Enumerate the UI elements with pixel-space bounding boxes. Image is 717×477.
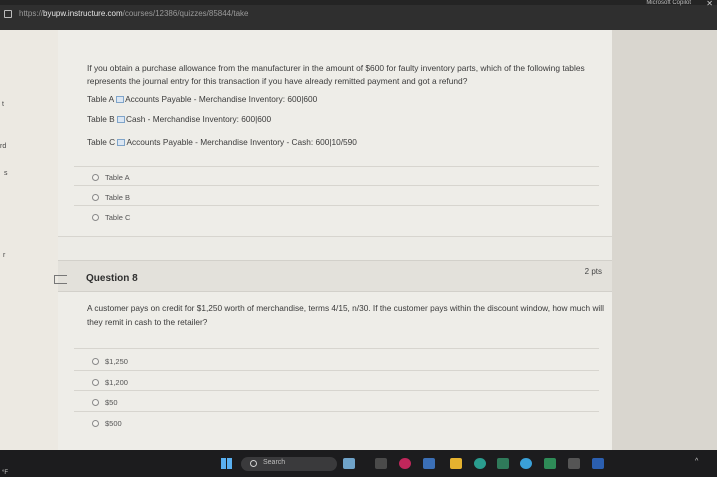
app-icon[interactable] [423, 458, 435, 469]
broken-image-icon [116, 96, 125, 103]
app-icon[interactable] [497, 458, 509, 469]
question-title: Question 8 [86, 273, 138, 284]
radio-button[interactable] [92, 358, 99, 365]
weather-widget[interactable]: °F [2, 470, 8, 476]
divider [74, 370, 599, 371]
answer-label: Table A [105, 173, 130, 182]
answer-label: Table C [105, 213, 131, 222]
broken-image-icon [117, 116, 125, 123]
radio-button[interactable] [92, 194, 99, 201]
question-8-header: Question 8 2 pts [54, 260, 612, 292]
copilot-tab-label[interactable]: Microsoft Copilot [646, 0, 691, 6]
answer-label: $500 [105, 419, 122, 428]
taskbar-search[interactable]: Search [241, 457, 337, 471]
question-7-text: If you obtain a purchase allowance from … [87, 63, 585, 86]
table-a-description: Accounts Payable - Merchandise Inventory… [125, 94, 318, 104]
answer-label: $50 [105, 398, 118, 407]
radio-button[interactable] [92, 174, 99, 181]
search-label: Search [263, 459, 286, 466]
table-b-line: Table B Cash - Merchandise Inventory: 60… [87, 114, 271, 124]
answer-label: $1,200 [105, 378, 128, 387]
question-8-body: A customer pays on credit for $1,250 wor… [58, 292, 612, 450]
divider [74, 411, 599, 412]
table-b-description: Cash - Merchandise Inventory: 600|600 [126, 114, 272, 124]
window-titlebar [0, 0, 717, 5]
file-explorer-icon[interactable] [450, 458, 462, 469]
quiz-panel: If you obtain a purchase allowance from … [54, 30, 612, 450]
chevron-up-icon[interactable]: ^ [695, 458, 698, 465]
word-app-icon[interactable] [592, 458, 604, 469]
url-host: byupw.instructure.com [43, 9, 123, 18]
edge-browser-icon[interactable] [474, 458, 486, 469]
taskbar: °F Search ^ [0, 450, 717, 477]
url-scheme: https:// [19, 9, 44, 18]
broken-image-icon [117, 139, 126, 146]
windows-start-icon[interactable] [221, 458, 232, 469]
lock-icon[interactable] [4, 10, 12, 18]
table-c-prefix: Table C [87, 137, 116, 147]
answer-option-table-b[interactable]: Table B [92, 193, 130, 202]
sidebar-fragment[interactable]: t [2, 101, 4, 108]
radio-button[interactable] [92, 399, 99, 406]
points-label: 2 pts [584, 267, 602, 276]
divider [74, 390, 599, 391]
spreadsheet-app-icon[interactable] [544, 458, 556, 469]
divider [74, 166, 599, 167]
task-view-icon[interactable] [375, 458, 387, 469]
sidebar-fragment[interactable]: r [3, 252, 5, 259]
search-icon [250, 460, 257, 467]
app-icon[interactable] [568, 458, 580, 469]
divider [74, 185, 599, 186]
app-m-icon[interactable] [399, 458, 411, 469]
address-bar[interactable]: https://byupw.instructure.com/courses/12… [19, 9, 248, 18]
question-7-block: If you obtain a purchase allowance from … [58, 30, 612, 237]
browser-toolbar: Microsoft Copilot ✕ https://byupw.instru… [0, 0, 717, 30]
answer-label: $1,250 [105, 357, 128, 366]
question-8-text: A customer pays on credit for $1,250 wor… [87, 303, 604, 327]
divider [74, 348, 599, 349]
flag-icon[interactable] [54, 275, 67, 284]
table-a-prefix: Table A [87, 94, 114, 104]
sidebar-fragment[interactable]: rd [0, 143, 6, 150]
table-a-line: Table A Accounts Payable - Merchandise I… [87, 94, 317, 104]
widgets-app-icon[interactable] [343, 458, 355, 469]
course-sidebar: t rd s r [0, 30, 58, 450]
answer-option-table-a[interactable]: Table A [92, 173, 130, 182]
url-path: /courses/12386/quizzes/85844/take [122, 9, 249, 18]
app-icon[interactable] [520, 458, 532, 469]
table-c-line: Table C Accounts Payable - Merchandise I… [87, 137, 357, 147]
divider [74, 205, 599, 206]
close-icon[interactable]: ✕ [706, 0, 713, 8]
table-b-prefix: Table B [87, 114, 115, 124]
answer-option-table-c[interactable]: Table C [92, 213, 130, 222]
answer-option-50[interactable]: $50 [92, 398, 118, 407]
answer-option-500[interactable]: $500 [92, 419, 122, 428]
answer-label: Table B [105, 193, 131, 202]
answer-option-1200[interactable]: $1,200 [92, 378, 128, 387]
answer-option-1250[interactable]: $1,250 [92, 357, 128, 366]
sidebar-fragment[interactable]: s [4, 170, 8, 177]
radio-button[interactable] [92, 214, 99, 221]
radio-button[interactable] [92, 420, 99, 427]
table-c-description: Accounts Payable - Merchandise Inventory… [126, 137, 357, 147]
radio-button[interactable] [92, 379, 99, 386]
